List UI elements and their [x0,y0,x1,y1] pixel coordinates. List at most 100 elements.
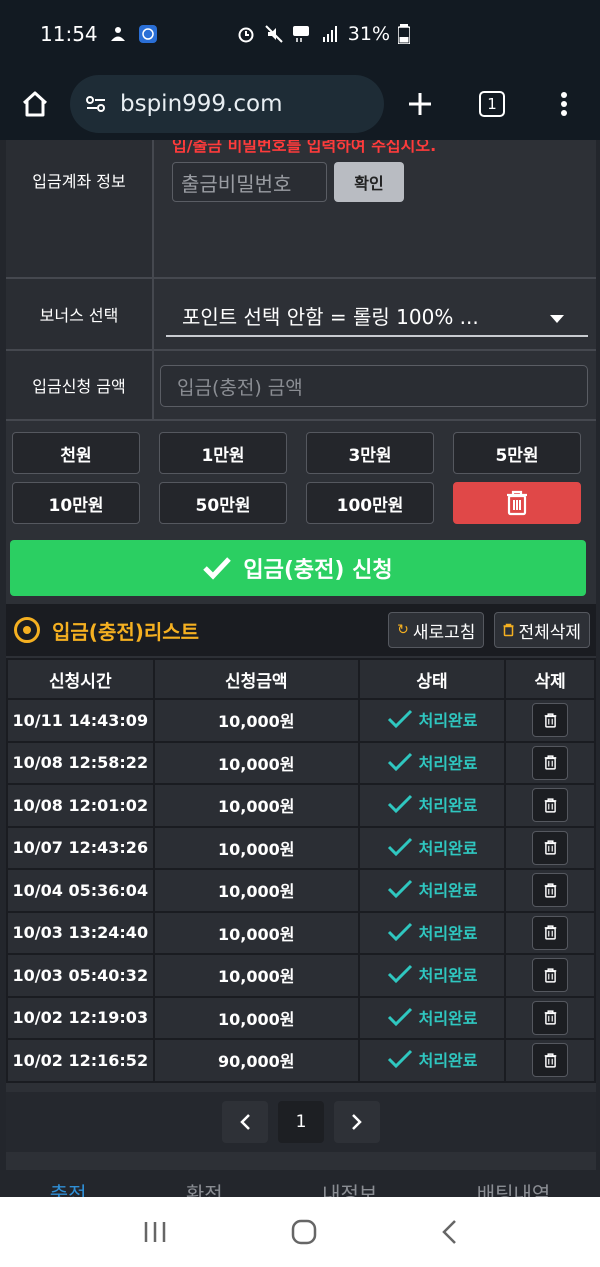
delete-cell [504,1038,596,1083]
delete-row-button[interactable] [532,958,569,993]
deposit-submit-button[interactable]: 입금(충전) 신청 [10,540,586,596]
check-icon [387,1007,412,1026]
amount-button[interactable]: 1만원 [159,432,287,474]
confirm-button[interactable]: 확인 [334,162,404,202]
delete-row-button[interactable] [532,788,569,823]
tab-bet-history[interactable]: 배팅내역 [477,1178,551,1197]
address-bar[interactable]: bspin999.com [70,75,384,133]
target-icon [14,617,40,643]
request-status: 처리완료 [357,783,507,828]
recent-apps-icon[interactable] [142,1220,168,1244]
status-label: 처리완료 [418,1008,478,1028]
delete-row-button[interactable] [532,830,569,865]
check-icon [387,922,412,941]
delete-cell [504,783,596,828]
delete-cell [504,910,596,955]
bonus-label: 보너스 선택 [6,279,154,349]
amount-label: 입금신청 금액 [6,351,154,419]
browser-menu-button[interactable] [528,91,600,117]
bonus-select[interactable]: 포인트 선택 안함 = 롤링 100% ... [166,295,588,337]
delete-row-button[interactable] [532,703,569,738]
amount-button[interactable]: 천원 [12,432,140,474]
trash-icon [503,623,514,637]
back-icon[interactable] [440,1219,458,1245]
tab-switcher-button[interactable]: 1 [456,91,528,117]
home-button[interactable] [0,89,70,119]
dropdown-arrow-icon [550,315,564,323]
delete-cell [504,868,596,913]
amount-button[interactable]: 50만원 [159,482,287,524]
new-tab-button[interactable] [384,91,456,117]
column-header: 신청시간 [6,658,155,700]
delete-all-button[interactable]: 전체삭제 [494,612,590,648]
battery-percent: 31% [347,23,390,45]
request-time: 10/11 14:43:09 [6,698,155,743]
clear-amount-button[interactable] [453,482,581,524]
5g-icon [292,26,309,42]
delete-all-label: 전체삭제 [518,622,581,643]
check-icon [387,880,412,899]
app-notification-icon [138,25,157,43]
check-icon [387,710,412,729]
amount-button[interactable]: 10만원 [12,482,140,524]
delete-row-button[interactable] [532,1000,569,1035]
page-content: 입금계좌 정보 입/출금 비밀번호를 입력하여 주십시오. 출금비밀번호 확인 … [0,140,600,1197]
delete-row-button[interactable] [532,1043,569,1078]
refresh-button[interactable]: ↻ 새로고침 [388,612,485,648]
request-status: 처리완료 [357,953,507,998]
amount-button[interactable]: 5만원 [453,432,581,474]
check-icon [387,795,412,814]
request-time: 10/02 12:19:03 [6,995,155,1040]
deposit-amount-input[interactable]: 입금(충전) 금액 [160,365,588,407]
request-time: 10/07 12:43:26 [6,825,155,870]
chevron-right-icon [352,1114,362,1130]
battery-icon [398,24,410,44]
trash-icon [544,840,556,855]
table-row: 10/03 05:40:32 10,000원 처리완료 [6,953,596,998]
delete-row-button[interactable] [532,915,569,950]
deposit-list-table: 신청시간 신청금액 상태 삭제 10/11 14:43:09 10,000원 처리완… [6,658,596,1083]
prev-page-button[interactable] [222,1101,268,1143]
home-nav-icon[interactable] [291,1219,317,1245]
column-header: 삭제 [504,658,596,700]
request-status: 처리완료 [357,868,507,913]
request-amount: 10,000원 [152,698,360,743]
trash-icon [544,925,556,940]
delete-cell [504,698,596,743]
amount-button[interactable]: 100만원 [306,482,434,524]
status-label: 처리완료 [418,923,478,943]
bonus-selected-value: 포인트 선택 안함 = 롤링 100% ... [182,304,479,329]
table-row: 10/07 12:43:26 10,000원 처리완료 [6,825,596,870]
account-info-row: 입금계좌 정보 입/출금 비밀번호를 입력하여 주십시오. 출금비밀번호 확인 [6,140,596,279]
amount-button[interactable]: 3만원 [306,432,434,474]
request-amount: 90,000원 [152,1038,360,1083]
withdraw-password-input[interactable]: 출금비밀번호 [172,162,327,202]
browser-toolbar: bspin999.com 1 [0,68,600,140]
request-status: 처리완료 [357,910,507,955]
delete-row-button[interactable] [532,745,569,780]
next-page-button[interactable] [334,1101,380,1143]
request-status: 처리완료 [357,995,507,1040]
refresh-icon: ↻ [397,622,409,638]
request-time: 10/04 05:36:04 [6,868,155,913]
request-status: 처리완료 [357,825,507,870]
delete-row-button[interactable] [532,873,569,908]
status-time: 11:54 [40,22,98,46]
status-label: 처리완료 [418,838,478,858]
table-row: 10/02 12:19:03 10,000원 처리완료 [6,995,596,1040]
trash-icon [544,798,556,813]
table-row: 10/08 12:01:02 10,000원 처리완료 [6,783,596,828]
tab-my-info[interactable]: 내정보 [322,1178,377,1197]
delete-cell [504,953,596,998]
tab-deposit[interactable]: 충전 [50,1178,87,1197]
signal-icon [322,26,337,42]
refresh-label: 새로고침 [412,622,476,643]
account-info-label: 입금계좌 정보 [6,140,154,277]
check-icon [387,752,412,771]
deposit-list-title: 입금(충전)리스트 [52,619,200,644]
system-nav-bar [0,1197,600,1267]
request-time: 10/02 12:16:52 [6,1038,155,1083]
page-number-button[interactable]: 1 [278,1101,324,1143]
tab-withdraw[interactable]: 환전 [186,1178,223,1197]
trash-icon [544,1053,556,1068]
